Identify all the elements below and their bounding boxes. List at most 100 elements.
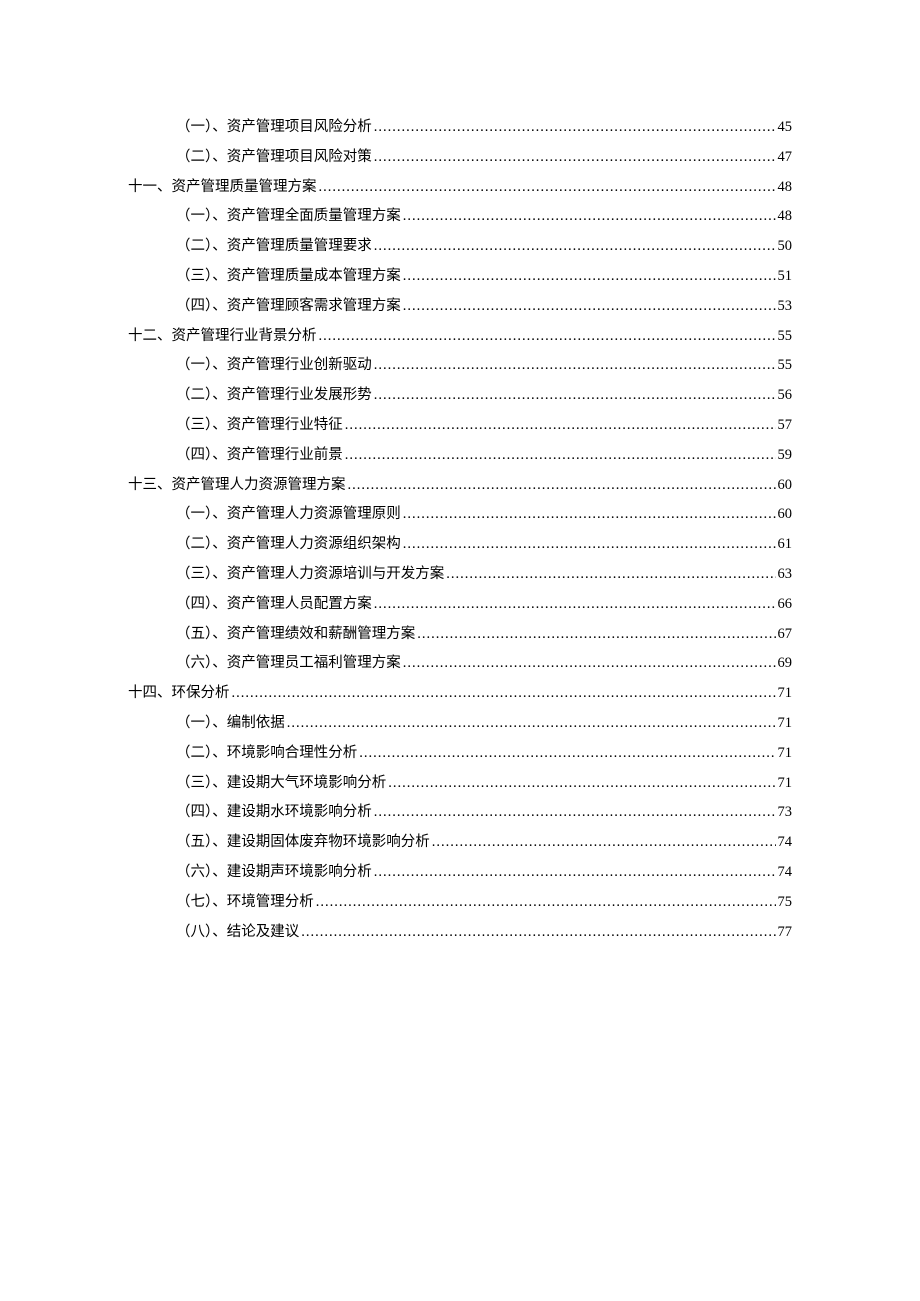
toc-dots-leader bbox=[403, 266, 776, 286]
toc-entry: （三）、资产管理人力资源培训与开发方案63 bbox=[176, 564, 792, 584]
toc-entry-page: 74 bbox=[778, 832, 793, 852]
toc-entry-label: （五）、资产管理绩效和薪酬管理方案 bbox=[176, 624, 415, 644]
toc-entry-page: 74 bbox=[778, 862, 793, 882]
toc-entry-page: 59 bbox=[778, 445, 793, 465]
toc-dots-leader bbox=[403, 296, 776, 316]
toc-entry-page: 69 bbox=[778, 653, 793, 673]
toc-dots-leader bbox=[432, 832, 776, 852]
toc-entry: 十三、资产管理人力资源管理方案 60 bbox=[128, 475, 792, 495]
toc-entry: （五）、建设期固体废弃物环境影响分析 74 bbox=[176, 832, 792, 852]
toc-entry-label: 十一、资产管理质量管理方案 bbox=[128, 177, 317, 197]
toc-dots-leader bbox=[417, 624, 775, 644]
toc-entry-page: 56 bbox=[778, 385, 793, 405]
toc-entry-page: 60 bbox=[778, 475, 793, 495]
toc-entry: 十二、资产管理行业背景分析 55 bbox=[128, 326, 792, 346]
toc-entry-page: 77 bbox=[778, 922, 793, 942]
toc-dots-leader bbox=[403, 504, 776, 524]
toc-entry: （二）、资产管理人力资源组织架构 61 bbox=[176, 534, 792, 554]
toc-entry-label: （四）、资产管理人员配置方案 bbox=[176, 594, 372, 614]
toc-entry-label: 十二、资产管理行业背景分析 bbox=[128, 326, 317, 346]
toc-entry-label: （三）、资产管理行业特征 bbox=[176, 415, 343, 435]
toc-entry-page: 47 bbox=[778, 147, 793, 167]
toc-dots-leader bbox=[403, 206, 776, 226]
toc-entry-label: （二）、资产管理项目风险对策 bbox=[176, 147, 372, 167]
toc-dots-leader bbox=[319, 326, 776, 346]
toc-entry-label: （三）、建设期大气环境影响分析 bbox=[176, 773, 386, 793]
toc-entry-label: （六）、建设期声环境影响分析 bbox=[176, 862, 372, 882]
toc-entry: （三）、资产管理质量成本管理方案 51 bbox=[176, 266, 792, 286]
toc-dots-leader bbox=[374, 355, 776, 375]
toc-dots-leader bbox=[232, 683, 776, 703]
toc-entry-page: 71 bbox=[778, 683, 793, 703]
toc-entry: （一）、资产管理人力资源管理原则60 bbox=[176, 504, 792, 524]
toc-entry-label: （四）、资产管理行业前景 bbox=[176, 445, 343, 465]
toc-entry-page: 55 bbox=[778, 355, 793, 375]
toc-entry-page: 71 bbox=[778, 713, 793, 733]
toc-dots-leader bbox=[301, 922, 775, 942]
toc-dots-leader bbox=[388, 773, 775, 793]
toc-dots-leader bbox=[287, 713, 776, 733]
toc-dots-leader bbox=[374, 236, 776, 256]
toc-entry: （二）、环境影响合理性分析71 bbox=[176, 743, 792, 763]
toc-entry: （三）、建设期大气环境影响分析 71 bbox=[176, 773, 792, 793]
toc-entry-label: （三）、资产管理质量成本管理方案 bbox=[176, 266, 401, 286]
toc-entry-page: 48 bbox=[778, 177, 793, 197]
toc-dots-leader bbox=[403, 534, 776, 554]
toc-entry-label: （六）、资产管理员工福利管理方案 bbox=[176, 653, 401, 673]
toc-entry-page: 66 bbox=[778, 594, 793, 614]
toc-dots-leader bbox=[403, 653, 776, 673]
toc-entry: （二）、资产管理行业发展形势56 bbox=[176, 385, 792, 405]
toc-entry-label: （三）、资产管理人力资源培训与开发方案 bbox=[176, 564, 444, 584]
toc-entry-label: （一）、资产管理行业创新驱动 bbox=[176, 355, 372, 375]
toc-entry: （一）、编制依据 71 bbox=[176, 713, 792, 733]
toc-entry-label: （一）、资产管理全面质量管理方案 bbox=[176, 206, 401, 226]
toc-entry: （五）、资产管理绩效和薪酬管理方案67 bbox=[176, 624, 792, 644]
toc-entry-label: （二）、资产管理质量管理要求 bbox=[176, 236, 372, 256]
toc-entry-label: （一）、编制依据 bbox=[176, 713, 285, 733]
toc-dots-leader bbox=[359, 743, 775, 763]
toc-entry: （四）、资产管理行业前景 59 bbox=[176, 445, 792, 465]
toc-dots-leader bbox=[319, 177, 776, 197]
toc-entry-label: （四）、建设期水环境影响分析 bbox=[176, 802, 372, 822]
table-of-contents: （一）、资产管理项目风险分析 45 （二）、资产管理项目风险对策 47 十一、资产管理质… bbox=[128, 117, 792, 942]
toc-entry-page: 61 bbox=[778, 534, 793, 554]
toc-dots-leader bbox=[345, 445, 776, 465]
toc-entry-label: （二）、环境影响合理性分析 bbox=[176, 743, 357, 763]
toc-entry: （七）、环境管理分析75 bbox=[176, 892, 792, 912]
toc-dots-leader bbox=[374, 802, 776, 822]
toc-entry-label: （五）、建设期固体废弃物环境影响分析 bbox=[176, 832, 430, 852]
toc-entry-page: 48 bbox=[778, 206, 793, 226]
toc-entry: 十四、环保分析71 bbox=[128, 683, 792, 703]
toc-entry: （二）、资产管理质量管理要求 50 bbox=[176, 236, 792, 256]
toc-entry-page: 57 bbox=[778, 415, 793, 435]
toc-dots-leader bbox=[446, 564, 775, 584]
toc-entry-label: （二）、资产管理人力资源组织架构 bbox=[176, 534, 401, 554]
toc-dots-leader bbox=[345, 415, 776, 435]
toc-entry-page: 55 bbox=[778, 326, 793, 346]
toc-entry-page: 51 bbox=[778, 266, 793, 286]
toc-entry: （一）、资产管理全面质量管理方案 48 bbox=[176, 206, 792, 226]
toc-entry: （三）、资产管理行业特征 57 bbox=[176, 415, 792, 435]
toc-entry-page: 45 bbox=[778, 117, 793, 137]
toc-entry-label: （一）、资产管理项目风险分析 bbox=[176, 117, 372, 137]
toc-entry: 十一、资产管理质量管理方案 48 bbox=[128, 177, 792, 197]
toc-entry-page: 53 bbox=[778, 296, 793, 316]
toc-entry-page: 71 bbox=[778, 773, 793, 793]
toc-entry: （四）、资产管理顾客需求管理方案 53 bbox=[176, 296, 792, 316]
toc-entry-label: （七）、环境管理分析 bbox=[176, 892, 314, 912]
toc-dots-leader bbox=[374, 862, 776, 882]
toc-entry-page: 50 bbox=[778, 236, 793, 256]
toc-dots-leader bbox=[348, 475, 776, 495]
toc-dots-leader bbox=[374, 117, 776, 137]
toc-entry: （四）、资产管理人员配置方案 66 bbox=[176, 594, 792, 614]
toc-entry-page: 60 bbox=[778, 504, 793, 524]
toc-entry: （一）、资产管理行业创新驱动 55 bbox=[176, 355, 792, 375]
toc-entry-label: 十三、资产管理人力资源管理方案 bbox=[128, 475, 346, 495]
toc-dots-leader bbox=[316, 892, 776, 912]
toc-dots-leader bbox=[374, 147, 776, 167]
toc-dots-leader bbox=[374, 385, 776, 405]
toc-entry-label: （四）、资产管理顾客需求管理方案 bbox=[176, 296, 401, 316]
toc-entry-label: （八）、结论及建议 bbox=[176, 922, 299, 942]
toc-entry: （一）、资产管理项目风险分析 45 bbox=[176, 117, 792, 137]
toc-entry: （八）、结论及建议 77 bbox=[176, 922, 792, 942]
